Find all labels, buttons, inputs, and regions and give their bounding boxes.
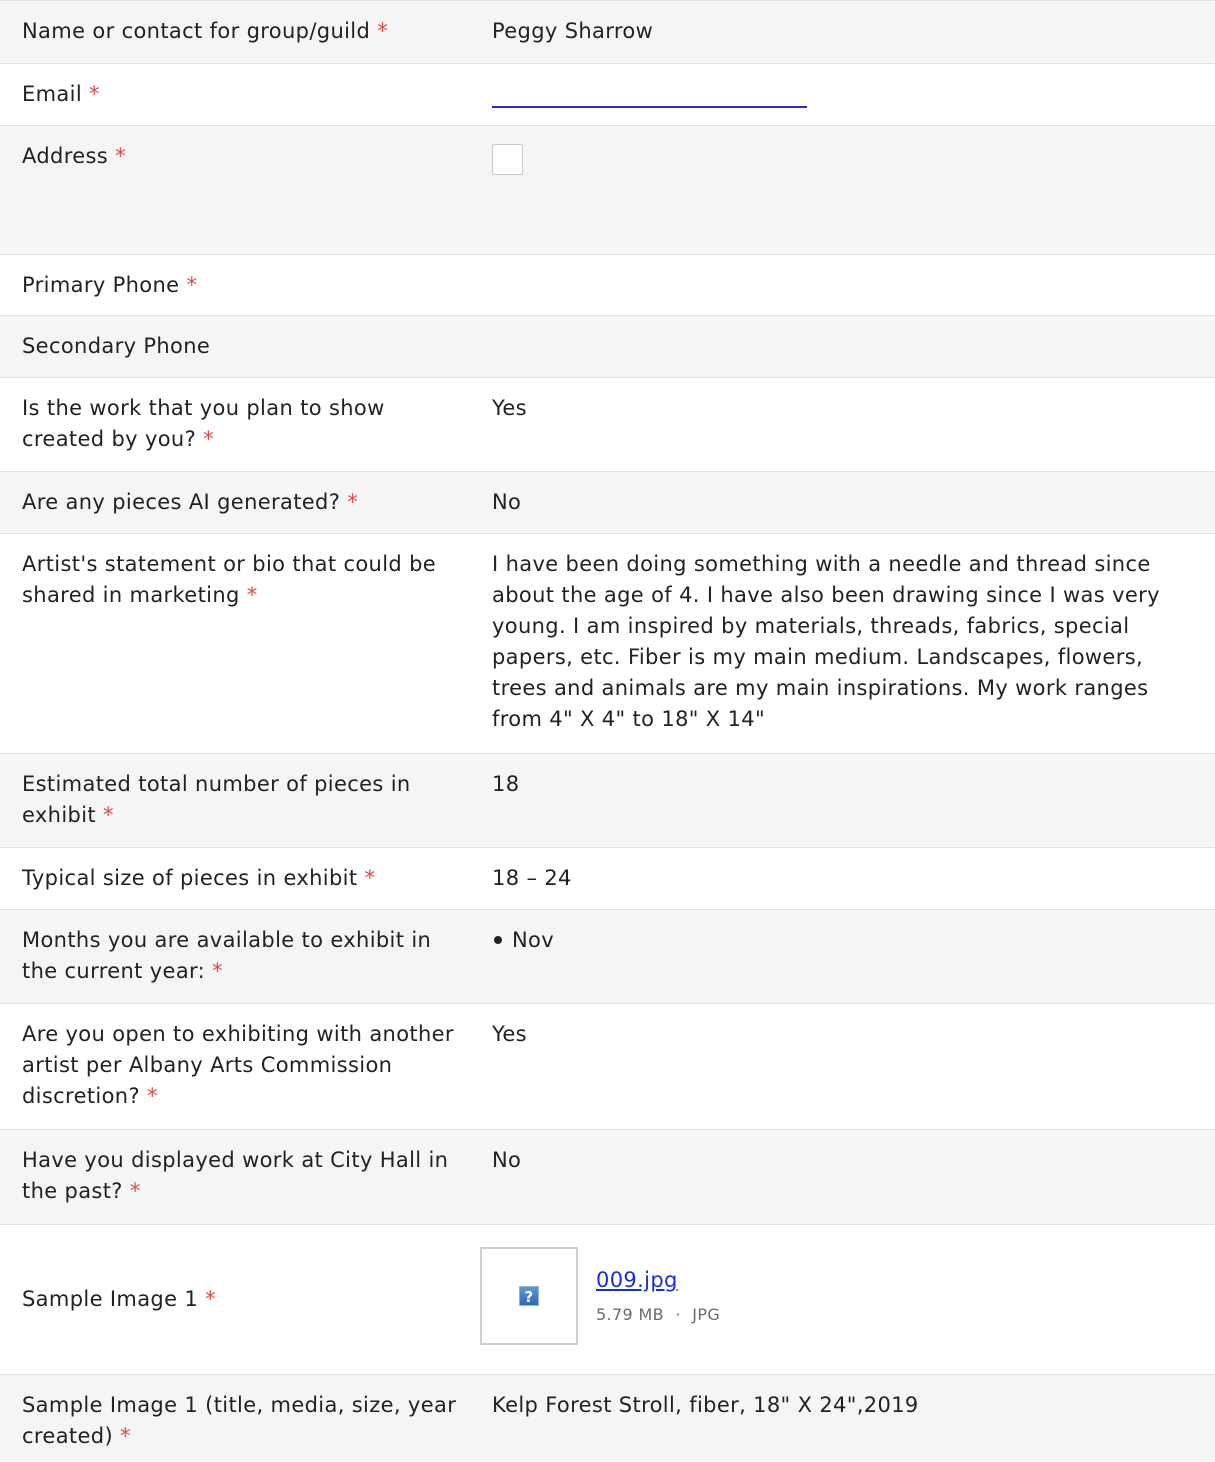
required-asterisk: * [129,1179,141,1203]
field-row-name: Name or contact for group/guild * Peggy … [0,1,1215,64]
field-row-displayed-before: Have you displayed work at City Hall in … [0,1130,1215,1225]
file-attachment: ? 009.jpg 5.79 MB · JPG [470,1225,1215,1374]
required-asterisk: * [115,144,126,168]
field-label: Sample Image 1 * [22,1287,217,1311]
field-row-primary-phone: Primary Phone * [0,255,1215,316]
field-row-sample-image-details: Sample Image 1 (title, media, size, year… [0,1375,1215,1461]
field-label: Sample Image 1 (title, media, size, year… [22,1393,457,1448]
field-value-shared-exhibit: Yes [492,1022,527,1046]
field-value-displayed-before: No [492,1148,522,1172]
field-label: Have you displayed work at City Hall in … [22,1148,449,1203]
months-list: Nov [492,925,1197,956]
field-label: Estimated total number of pieces in exhi… [22,772,411,827]
field-value-secondary-phone [470,316,1215,377]
field-row-secondary-phone: Secondary Phone [0,316,1215,378]
field-value-email [470,64,1215,125]
required-asterisk: * [347,490,359,514]
field-row-typical-size: Typical size of pieces in exhibit * 18 –… [0,848,1215,910]
address-checkbox[interactable] [492,144,523,175]
field-row-piece-count: Estimated total number of pieces in exhi… [0,754,1215,848]
field-row-created-by-you: Is the work that you plan to show create… [0,378,1215,472]
field-value-name: Peggy Sharrow [492,19,654,43]
broken-image-icon: ? [519,1286,539,1306]
field-label: Are you open to exhibiting with another … [22,1022,454,1108]
field-label: Artist's statement or bio that could be … [22,552,437,607]
list-item: Nov [492,925,1197,956]
field-value-artist-statement: I have been doing something with a needl… [492,552,1160,731]
field-value-typical-size: 18 – 24 [492,866,572,890]
field-row-artist-statement: Artist's statement or bio that could be … [0,534,1215,754]
field-row-months-available: Months you are available to exhibit in t… [0,910,1215,1004]
field-label: Secondary Phone [22,334,211,358]
file-meta: 5.79 MB · JPG [596,1299,720,1330]
required-asterisk: * [205,1287,217,1311]
field-value-ai-generated: No [492,490,522,514]
required-asterisk: * [377,19,389,43]
field-label: Months you are available to exhibit in t… [22,928,432,983]
required-asterisk: * [89,82,100,106]
required-asterisk: * [212,959,223,983]
required-asterisk: * [364,866,376,890]
field-label: Are any pieces AI generated? * [22,490,359,514]
file-info: 009.jpg 5.79 MB · JPG [596,1265,720,1330]
file-name-link[interactable]: 009.jpg [596,1268,678,1292]
field-label: Typical size of pieces in exhibit * [22,866,376,890]
field-value-months-available: Nov [470,910,1215,1003]
field-row-shared-exhibit: Are you open to exhibiting with another … [0,1004,1215,1130]
field-value-sample-image-details: Kelp Forest Stroll, fiber, 18" X 24",201… [492,1393,919,1417]
field-label: Name or contact for group/guild * [22,19,389,43]
field-label: Email * [22,82,100,106]
field-row-address: Address * [0,126,1215,255]
field-value-address [470,126,1215,254]
submission-form: Name or contact for group/guild * Peggy … [0,0,1215,1461]
required-asterisk: * [186,273,198,297]
required-asterisk: * [147,1084,158,1108]
required-asterisk: * [103,803,114,827]
required-asterisk: * [203,427,214,451]
required-asterisk: * [246,583,258,607]
field-label: Is the work that you plan to show create… [22,396,385,451]
field-label: Address * [22,144,126,168]
email-link[interactable] [492,79,807,108]
field-value-primary-phone [470,255,1215,315]
field-row-email: Email * [0,64,1215,126]
required-asterisk: * [120,1424,131,1448]
field-label: Primary Phone * [22,273,198,297]
file-size: 5.79 MB [596,1305,664,1324]
field-value-piece-count: 18 [492,772,520,796]
field-row-ai-generated: Are any pieces AI generated? * No [0,472,1215,534]
field-value-created-by-you: Yes [492,396,527,420]
file-thumbnail[interactable]: ? [480,1247,578,1345]
file-meta-separator: · [675,1305,681,1324]
file-type: JPG [692,1305,721,1324]
field-row-sample-image: Sample Image 1 * ? 009.jpg 5.79 MB · JPG [0,1225,1215,1375]
